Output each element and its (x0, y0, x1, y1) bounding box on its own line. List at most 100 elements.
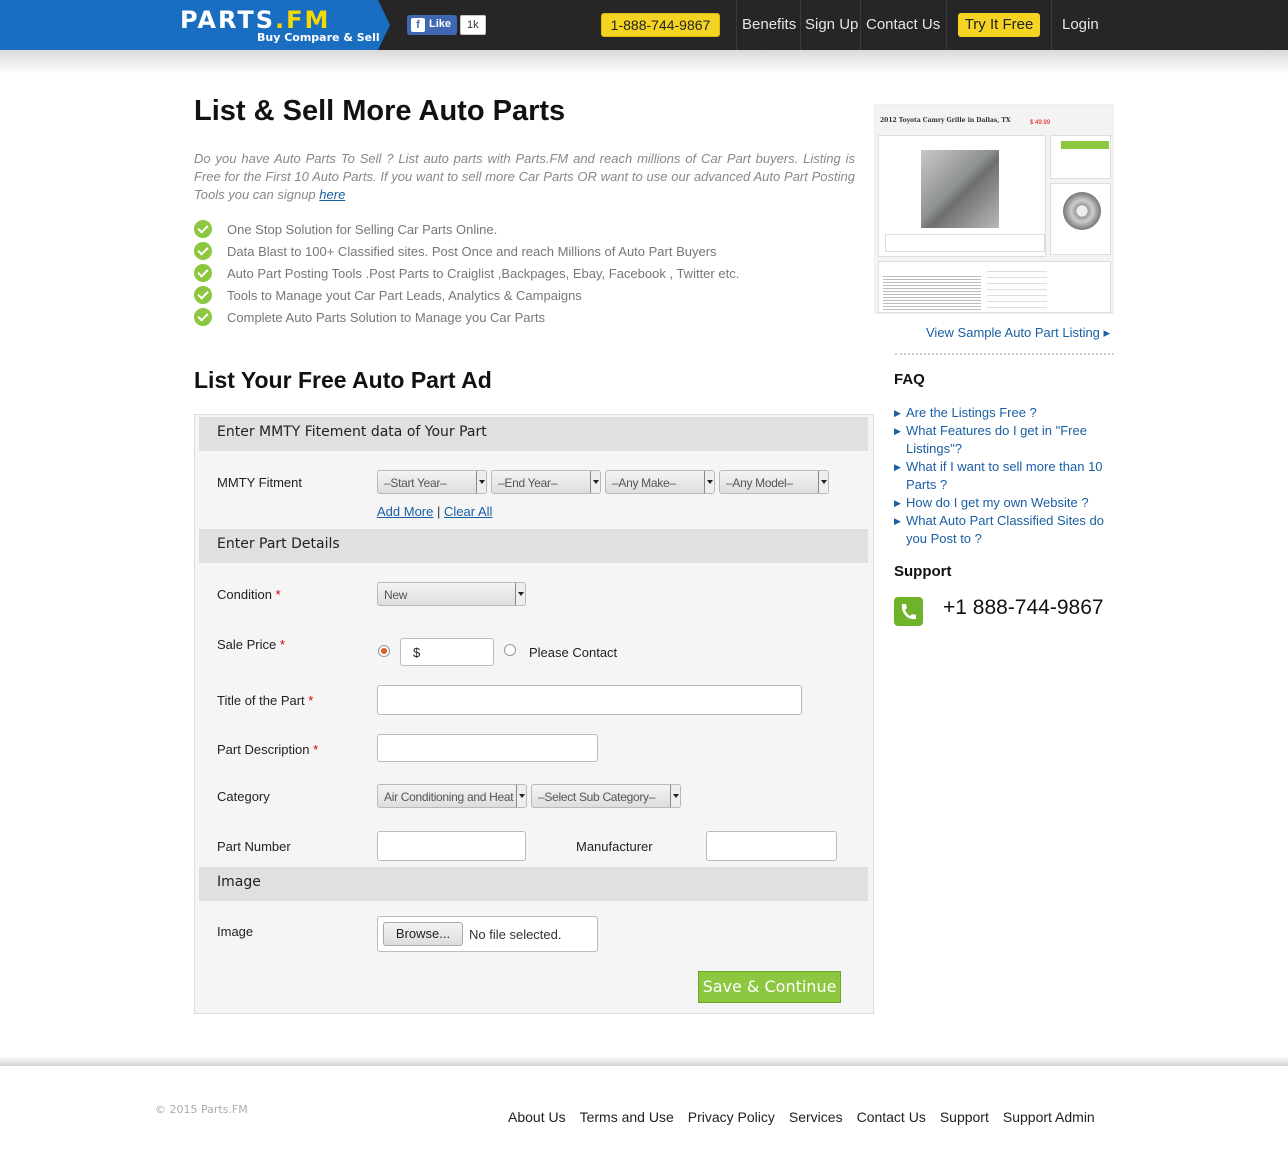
condition-value: New (384, 588, 408, 602)
faq-link[interactable]: How do I get my own Website ? (906, 494, 1089, 512)
price-input[interactable]: $ (400, 638, 494, 666)
footer-services[interactable]: Services (789, 1109, 843, 1125)
feature-text: One Stop Solution for Selling Car Parts … (227, 221, 498, 237)
chevron-down-icon (670, 785, 680, 807)
faq-item[interactable]: ▶ What if I want to sell more than 10 Par… (894, 458, 1114, 494)
nav-login[interactable]: Login (1062, 16, 1099, 33)
checkmark-icon (194, 286, 212, 304)
faq-item[interactable]: ▶ Are the Listings Free ? (894, 404, 1114, 422)
sample-listing-thumbnail[interactable]: 2012 Toyota Camry Grille in Dallas, TX $… (874, 104, 1114, 314)
browse-button[interactable]: Browse... (383, 922, 463, 946)
form-title: List Your Free Auto Part Ad (194, 367, 492, 393)
triangle-right-icon: ▶ (894, 426, 901, 436)
footer-about-us[interactable]: About Us (508, 1109, 566, 1125)
checkmark-icon (194, 242, 212, 260)
model-select[interactable]: –Any Model– (719, 470, 829, 494)
model-value: –Any Model– (726, 476, 793, 490)
top-navigation-bar: PARTS.FM Buy Compare & Sell f Like 1k 1-… (0, 0, 1288, 50)
section-details-header: Enter Part Details (199, 529, 868, 563)
description-label-text: Part Description (217, 742, 310, 757)
part-number-input[interactable] (377, 831, 526, 861)
view-sample-listing-link[interactable]: View Sample Auto Part Listing ▸ (926, 325, 1110, 341)
checkmark-icon (194, 220, 212, 238)
description-textarea[interactable] (377, 734, 598, 762)
faq-item[interactable]: ▶ What Auto Part Classified Sites do you … (894, 512, 1114, 548)
manufacturer-input[interactable] (706, 831, 837, 861)
price-prefix: $ (413, 645, 421, 660)
feature-item: Auto Part Posting Tools .Post Parts to C… (194, 262, 739, 284)
make-select[interactable]: –Any Make– (605, 470, 715, 494)
sample-details-panel (878, 261, 1111, 313)
logo-wordmark: PARTS.FM (180, 6, 331, 34)
facebook-like-button[interactable]: f Like (407, 15, 458, 35)
intro-paragraph: Do you have Auto Parts To Sell ? List au… (194, 150, 855, 204)
add-more-link[interactable]: Add More (377, 504, 433, 519)
subcategory-select[interactable]: –Select Sub Category– (531, 784, 681, 808)
nav-divider (1051, 0, 1052, 50)
end-year-select[interactable]: –End Year– (491, 470, 601, 494)
footer-privacy[interactable]: Privacy Policy (688, 1109, 775, 1125)
required-mark: * (275, 587, 281, 602)
signup-here-link[interactable]: here (319, 187, 345, 202)
feature-text: Auto Part Posting Tools .Post Parts to C… (227, 265, 740, 281)
try-it-free-button[interactable]: Try It Free (958, 13, 1040, 37)
condition-select[interactable]: New (377, 582, 526, 606)
price-radio[interactable] (378, 645, 390, 657)
facebook-icon: f (411, 18, 425, 32)
chevron-down-icon (515, 583, 525, 605)
nav-divider (860, 0, 861, 50)
chevron-down-icon (590, 471, 600, 493)
facebook-like-count: 1k (460, 15, 486, 35)
image-file-input[interactable]: Browse... No file selected. (377, 916, 598, 952)
site-logo[interactable]: PARTS.FM Buy Compare & Sell (0, 0, 390, 50)
faq-link[interactable]: What if I want to sell more than 10 Part… (906, 458, 1114, 494)
header-shadow (0, 50, 1288, 74)
image-label: Image (217, 924, 254, 939)
triangle-right-icon: ▶ (894, 462, 901, 472)
sample-main-photo-panel (878, 135, 1046, 257)
nav-contact-us[interactable]: Contact Us (866, 16, 940, 33)
footer-support[interactable]: Support (940, 1109, 989, 1125)
footer-contact-us[interactable]: Contact Us (857, 1109, 926, 1125)
checkmark-icon (194, 264, 212, 282)
nav-divider (736, 0, 737, 50)
faq-link[interactable]: What Features do I get in "Free Listings… (906, 422, 1114, 458)
footer-links: About Us Terms and Use Privacy Policy Se… (508, 1109, 1095, 1125)
copyright: © 2015 Parts.FM (155, 1103, 248, 1116)
title-label: Title of the Part * (217, 693, 313, 708)
mmty-label: MMTY Fitment (217, 475, 302, 490)
sample-seller-box (1050, 135, 1111, 179)
save-continue-button[interactable]: Save & Continue (698, 971, 841, 1003)
start-year-value: –Start Year– (384, 476, 447, 490)
chevron-down-icon (476, 471, 486, 493)
faq-item[interactable]: ▶ How do I get my own Website ? (894, 494, 1114, 512)
nav-sign-up[interactable]: Sign Up (805, 16, 858, 33)
feature-list: One Stop Solution for Selling Car Parts … (194, 218, 739, 328)
make-value: –Any Make– (612, 476, 676, 490)
faq-link[interactable]: Are the Listings Free ? (906, 404, 1037, 422)
faq-item[interactable]: ▶ What Features do I get in "Free Listing… (894, 422, 1114, 458)
sale-price-label: Sale Price * (217, 637, 285, 652)
sidebar-divider (895, 353, 1114, 355)
faq-link[interactable]: What Auto Part Classified Sites do you P… (906, 512, 1114, 548)
header-phone-button[interactable]: 1-888-744-9867 (601, 13, 720, 37)
footer-support-admin[interactable]: Support Admin (1003, 1109, 1095, 1125)
nav-divider (946, 0, 947, 50)
nav-benefits[interactable]: Benefits (742, 16, 796, 33)
title-input[interactable] (377, 685, 802, 715)
sample-brake-disc-image (1063, 192, 1101, 230)
clear-all-link[interactable]: Clear All (444, 504, 492, 519)
footer-terms[interactable]: Terms and Use (580, 1109, 674, 1125)
end-year-value: –End Year– (498, 476, 558, 490)
file-status: No file selected. (469, 927, 562, 942)
chevron-down-icon (704, 471, 714, 493)
sample-related-box (1050, 183, 1111, 255)
please-contact-radio[interactable] (504, 644, 516, 656)
chevron-down-icon (516, 785, 526, 807)
required-mark: * (279, 637, 285, 652)
category-value: Air Conditioning and Heat (384, 790, 514, 804)
chevron-down-icon (818, 471, 828, 493)
start-year-select[interactable]: –Start Year– (377, 470, 487, 494)
support-phone-number: +1 888-744-9867 (943, 596, 1104, 619)
category-select[interactable]: Air Conditioning and Heat (377, 784, 527, 808)
